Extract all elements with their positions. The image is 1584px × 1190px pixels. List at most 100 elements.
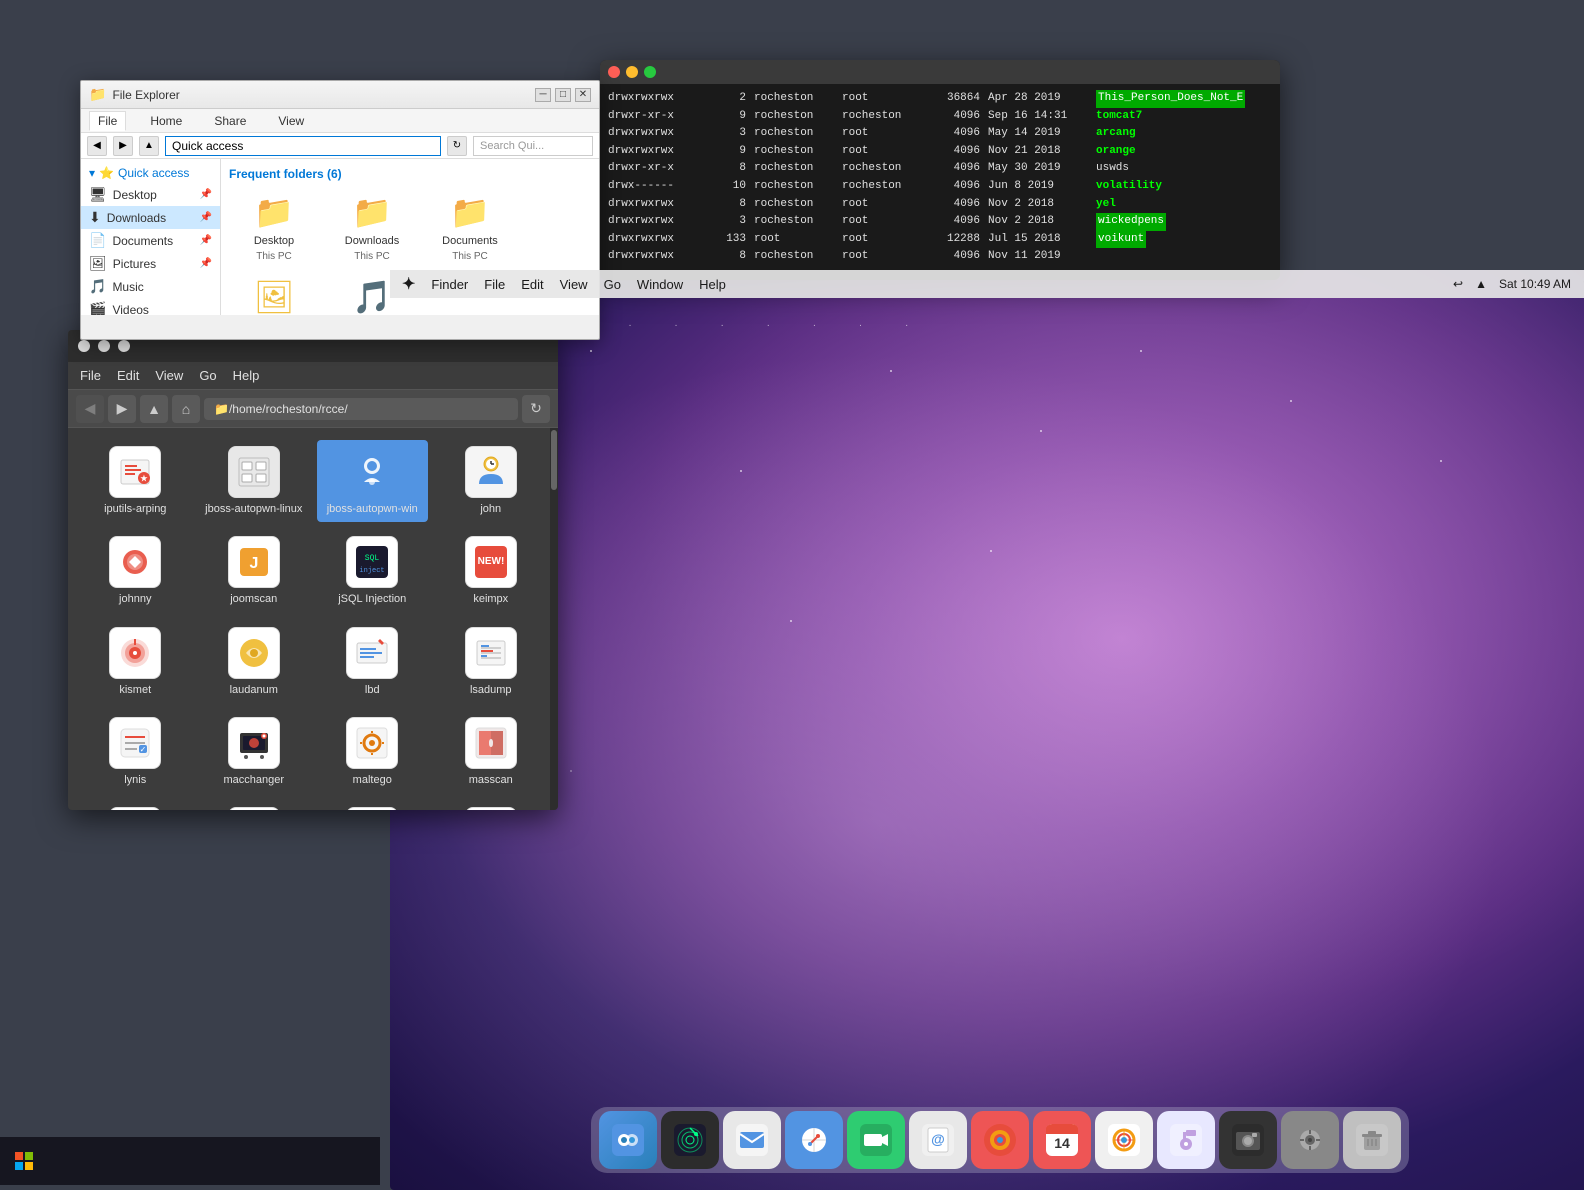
folder-documents[interactable]: 📁 Documents This PC xyxy=(425,189,515,266)
up-button[interactable]: ▲ xyxy=(139,136,159,156)
menubar-right: ↩ ▲ Sat 10:49 AM 🔍 xyxy=(1453,277,1584,291)
sidebar-item-desktop[interactable]: 🖥 Desktop 📌 xyxy=(81,183,220,206)
sidebar-item-videos[interactable]: 🎬 Videos xyxy=(81,298,220,315)
lfm-edit-menu[interactable]: Edit xyxy=(117,368,139,383)
window-menu[interactable]: Window xyxy=(637,277,683,292)
lfm-home-btn[interactable]: ⌂ xyxy=(172,395,200,423)
sidebar-item-downloads[interactable]: ⬇ Downloads 📌 xyxy=(81,206,220,229)
lfm-refresh-btn[interactable]: ↻ xyxy=(522,395,550,423)
help-menu[interactable]: Help xyxy=(699,277,726,292)
quick-access-header[interactable]: ▾ ⭐ Quick access xyxy=(81,163,220,183)
dock-facetime[interactable] xyxy=(847,1111,905,1169)
maximize-button[interactable]: □ xyxy=(555,88,571,102)
folder-downloads[interactable]: 📁 Downloads This PC xyxy=(327,189,417,266)
apple-menu[interactable]: ✦ xyxy=(402,274,415,294)
ribbon-tab-file[interactable]: File xyxy=(89,111,126,131)
list-item[interactable] xyxy=(317,801,428,810)
address-input[interactable]: Quick access xyxy=(165,136,441,156)
list-item[interactable]: masscan xyxy=(436,711,547,793)
list-item[interactable]: john xyxy=(436,440,547,522)
dock-trash[interactable] xyxy=(1343,1111,1401,1169)
list-item[interactable]: ★ iputils-arping xyxy=(80,440,191,522)
edit-menu[interactable]: Edit xyxy=(521,277,543,292)
minimize-button[interactable]: ─ xyxy=(535,88,551,102)
list-item[interactable]: jboss-autopwn-win xyxy=(317,440,428,522)
dock-mail[interactable] xyxy=(723,1111,781,1169)
folder-icon: 📁 xyxy=(450,193,490,231)
lfm-scrollbar[interactable] xyxy=(550,428,558,810)
finder-menu[interactable]: Finder xyxy=(431,277,468,292)
scrollbar-thumb[interactable] xyxy=(551,430,557,490)
list-item[interactable]: NEW! keimpx xyxy=(436,530,547,612)
sidebar-item-music[interactable]: 🎵 Music xyxy=(81,275,220,298)
table-row: drwxr-xr-x 9 rocheston rocheston 4096 Se… xyxy=(608,108,1272,126)
lfm-min-btn[interactable] xyxy=(98,340,110,352)
dock-itunes[interactable] xyxy=(1157,1111,1215,1169)
terminal-min-btn[interactable] xyxy=(626,66,638,78)
go-menu[interactable]: Go xyxy=(604,277,621,292)
refresh-button[interactable]: ↻ xyxy=(447,136,467,156)
list-item[interactable]: lsadump xyxy=(436,621,547,703)
list-item[interactable] xyxy=(436,801,547,810)
dock-network-radar[interactable] xyxy=(661,1111,719,1169)
item-label: johnny xyxy=(119,592,151,606)
list-item[interactable]: ✕ ✕ xyxy=(80,801,191,810)
list-item[interactable]: jboss-autopwn-linux xyxy=(199,440,310,522)
lfm-help-menu[interactable]: Help xyxy=(233,368,260,383)
item-label: masscan xyxy=(469,773,513,787)
dock-calendar[interactable]: 14 xyxy=(1033,1111,1091,1169)
start-button[interactable] xyxy=(0,1137,48,1185)
folder-name: Desktop xyxy=(254,235,294,247)
folder-sub: This PC xyxy=(256,251,292,262)
list-item[interactable]: J joomscan xyxy=(199,530,310,612)
list-item[interactable] xyxy=(199,801,310,810)
pin-icon: 📌 xyxy=(200,189,212,200)
item-label: iputils-arping xyxy=(104,502,166,516)
lfm-close-btn[interactable] xyxy=(78,340,90,352)
table-row: drwxrwxrwx 3 rocheston root 4096 Nov 2 2… xyxy=(608,213,1272,231)
close-button[interactable]: ✕ xyxy=(575,88,591,102)
item-icon xyxy=(109,536,161,588)
lfm-view-menu[interactable]: View xyxy=(155,368,183,383)
lfm-forward-btn[interactable]: ▶ xyxy=(108,395,136,423)
search-box[interactable]: Search Qui... xyxy=(473,136,593,156)
dock-system-prefs[interactable] xyxy=(1281,1111,1339,1169)
ribbon-tab-share[interactable]: Share xyxy=(206,112,254,130)
dock-addressbook[interactable]: @ xyxy=(909,1111,967,1169)
terminal-max-btn[interactable] xyxy=(644,66,656,78)
lfm-back-btn[interactable]: ◀ xyxy=(76,395,104,423)
lfm-max-btn[interactable] xyxy=(118,340,130,352)
folder-desktop[interactable]: 📁 Desktop This PC xyxy=(229,189,319,266)
dock-iphoto[interactable] xyxy=(1219,1111,1277,1169)
sidebar-item-pictures[interactable]: 🖼 Pictures 📌 xyxy=(81,252,220,275)
dock-firefox[interactable] xyxy=(971,1111,1029,1169)
list-item[interactable]: SQL inject jSQL Injection xyxy=(317,530,428,612)
dock-photos[interactable] xyxy=(1095,1111,1153,1169)
ribbon-tab-home[interactable]: Home xyxy=(142,112,190,130)
dock-safari[interactable] xyxy=(785,1111,843,1169)
lfm-file-menu[interactable]: File xyxy=(80,368,101,383)
file-menu[interactable]: File xyxy=(484,277,505,292)
item-icon xyxy=(228,627,280,679)
dock-finder[interactable] xyxy=(599,1111,657,1169)
view-menu[interactable]: View xyxy=(560,277,588,292)
sidebar-item-documents[interactable]: 📄 Documents 📌 xyxy=(81,229,220,252)
list-item[interactable]: maltego xyxy=(317,711,428,793)
eject-icon[interactable]: ▲ xyxy=(1475,277,1487,291)
list-item[interactable]: macchanger xyxy=(199,711,310,793)
item-icon xyxy=(346,807,398,810)
lfm-up-btn[interactable]: ▲ xyxy=(140,395,168,423)
list-item[interactable]: kismet xyxy=(80,621,191,703)
time-machine-icon[interactable]: ↩ xyxy=(1453,277,1463,291)
list-item[interactable]: lbd xyxy=(317,621,428,703)
list-item[interactable]: laudanum xyxy=(199,621,310,703)
ribbon-tab-view[interactable]: View xyxy=(270,112,312,130)
back-button[interactable]: ◀ xyxy=(87,136,107,156)
lfm-go-menu[interactable]: Go xyxy=(199,368,216,383)
list-item[interactable]: ✓ lynis xyxy=(80,711,191,793)
lfm-path-bar[interactable]: 📁 /home/rocheston/rcce/ xyxy=(204,398,518,420)
list-item[interactable]: johnny xyxy=(80,530,191,612)
forward-button[interactable]: ▶ xyxy=(113,136,133,156)
folder-pictures[interactable]: 🖼 Pictures xyxy=(229,274,319,315)
terminal-close-btn[interactable] xyxy=(608,66,620,78)
